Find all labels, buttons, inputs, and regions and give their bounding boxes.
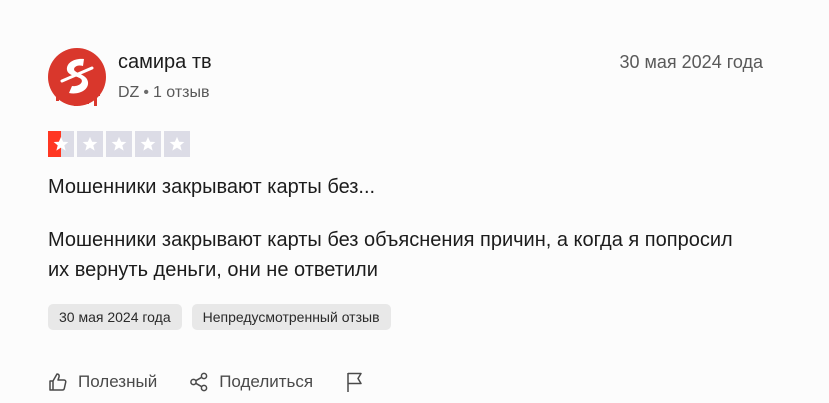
review-card: самира тв DZ • 1 отзыв 30 мая 2024 года Мо…: [0, 0, 829, 403]
star-2: [77, 131, 103, 157]
tag-unsolicited-review[interactable]: Непредусмотренный отзыв: [191, 304, 391, 330]
review-title[interactable]: Мошенники закрывают карты без...: [48, 176, 375, 199]
separator-dot: •: [143, 84, 149, 101]
author-meta: DZ • 1 отзыв: [118, 84, 210, 102]
report-flag-button[interactable]: [345, 371, 365, 393]
review-body: Мошенники закрывают карты без объяснения…: [48, 229, 733, 281]
share-button[interactable]: Поделиться: [189, 372, 313, 392]
star-icon: [111, 136, 127, 151]
star-4: [135, 131, 161, 157]
review-date: 30 мая 2024 года: [619, 52, 764, 72]
star-rating: [48, 131, 190, 157]
star-icon: [82, 136, 98, 151]
star-icon: [169, 136, 185, 151]
star-icon: [53, 136, 69, 151]
review-actions: Полезный Поделиться: [48, 371, 365, 393]
author-reviews-count[interactable]: 1 отзыв: [153, 84, 210, 101]
star-1: [48, 131, 74, 157]
star-5: [164, 131, 190, 157]
star-icon: [140, 136, 156, 151]
avatar-logo-icon: [48, 48, 106, 106]
author-name[interactable]: самира тв: [118, 51, 212, 74]
avatar[interactable]: [48, 48, 106, 106]
share-label: Поделиться: [219, 372, 314, 391]
thumbs-up-icon: [49, 373, 67, 391]
useful-button[interactable]: Полезный: [48, 372, 157, 392]
flag-icon: [347, 372, 362, 392]
star-3: [106, 131, 132, 157]
share-icon: [190, 372, 208, 392]
review-tags: 30 мая 2024 года Непредусмотренный отзыв: [48, 304, 391, 330]
useful-label: Полезный: [78, 372, 158, 391]
tag-date: 30 мая 2024 года: [48, 304, 182, 330]
author-country: DZ: [118, 84, 140, 101]
